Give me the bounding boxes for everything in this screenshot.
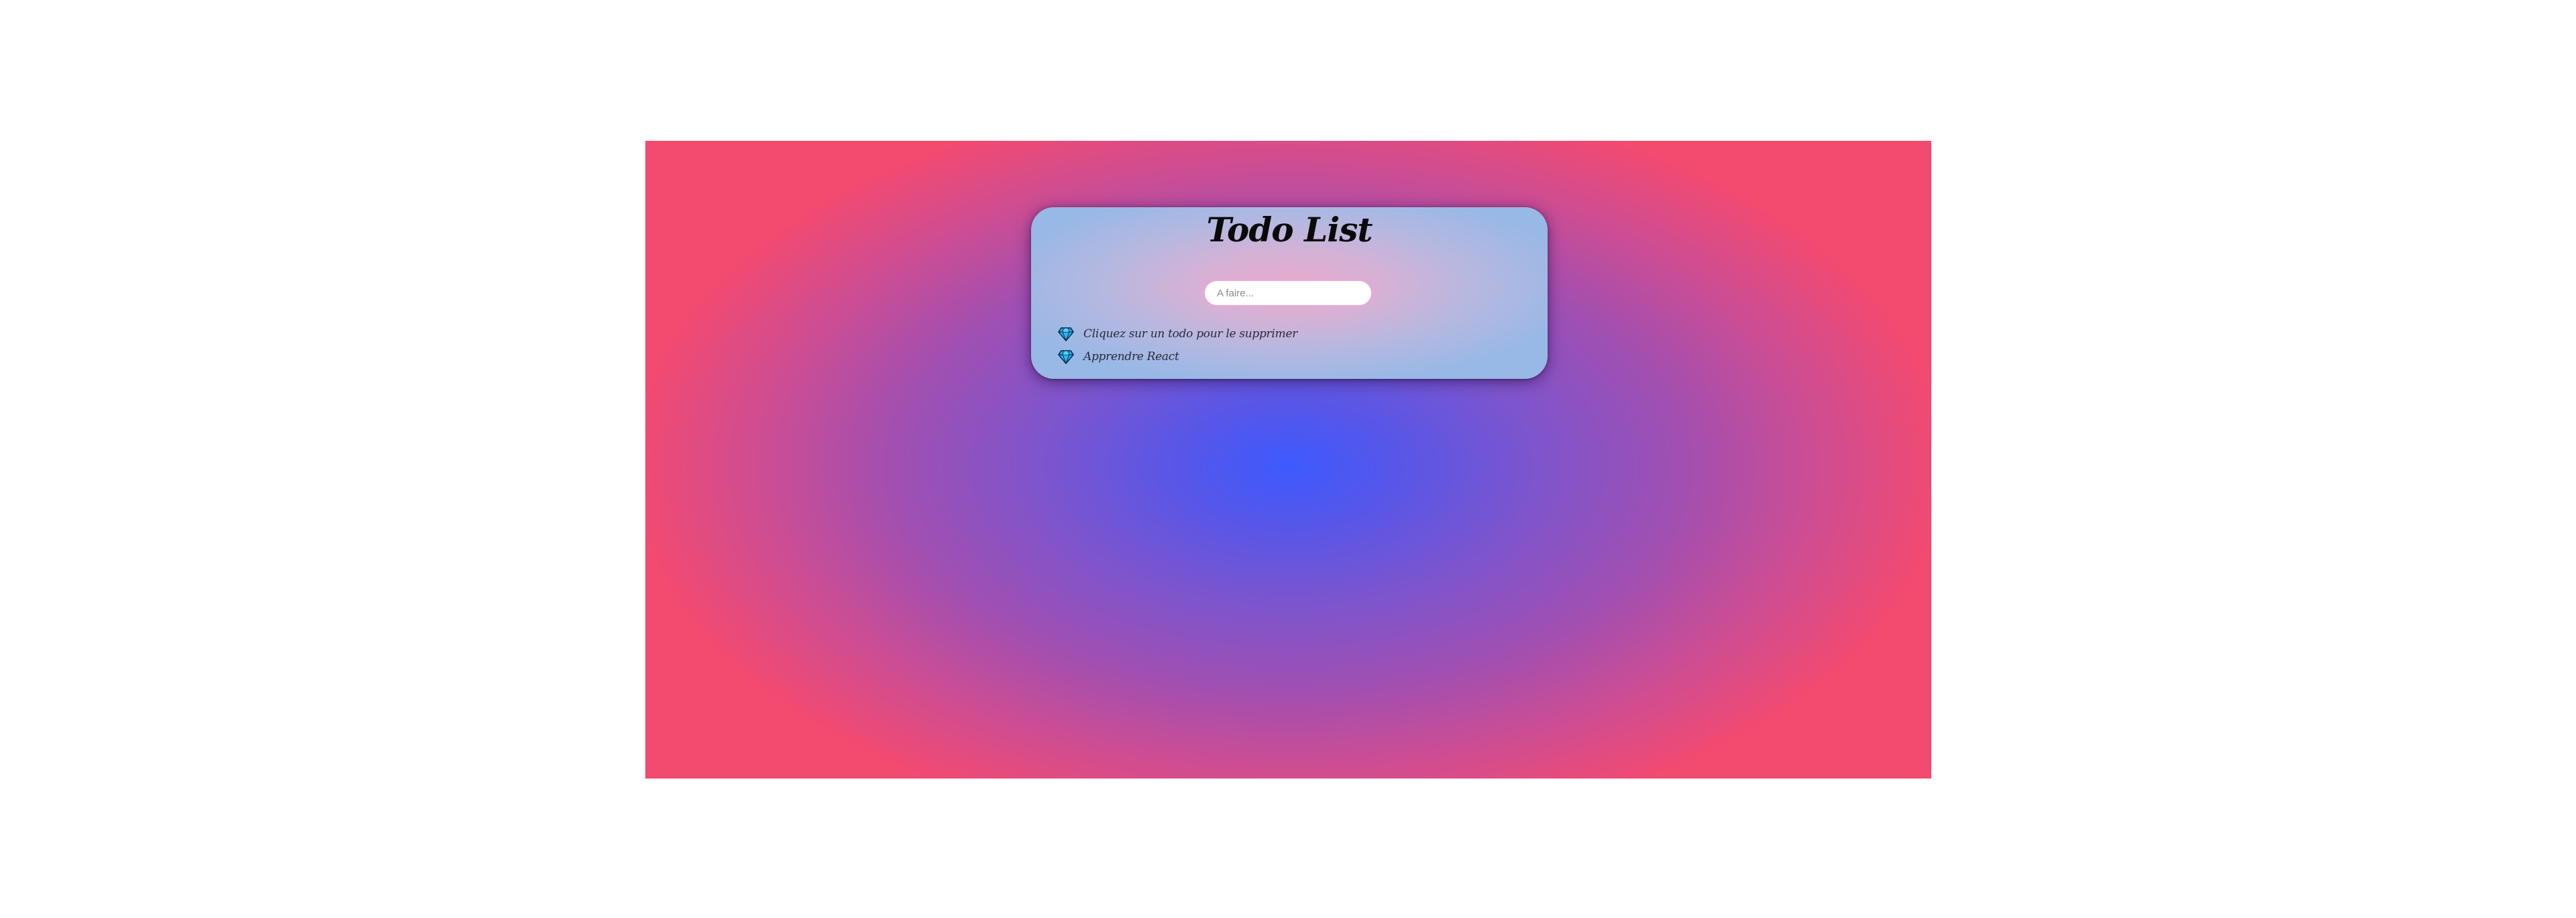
page-title: Todo List	[1206, 210, 1373, 249]
todo-item[interactable]: Cliquez sur un todo pour le supprimer	[1058, 323, 1297, 345]
gradient-background: Todo List Cliquez sur un todo pour le su…	[645, 141, 1931, 779]
todo-label: Apprendre React	[1083, 350, 1179, 363]
todo-input[interactable]	[1202, 278, 1374, 308]
todo-list: Cliquez sur un todo pour le supprimer Ap…	[1058, 323, 1297, 368]
gem-icon	[1058, 327, 1074, 341]
todo-card: Todo List Cliquez sur un todo pour le su…	[1031, 207, 1548, 379]
gem-icon	[1058, 350, 1074, 364]
todo-label: Cliquez sur un todo pour le supprimer	[1083, 327, 1297, 341]
todo-item[interactable]: Apprendre React	[1058, 345, 1297, 368]
